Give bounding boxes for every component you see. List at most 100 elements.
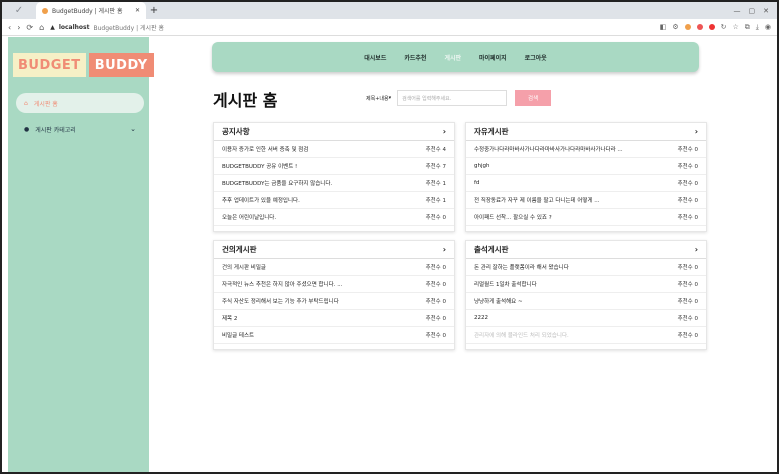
panel-header[interactable]: 공지사항 ›	[214, 123, 454, 141]
post-recommend-count: 추천수 0	[425, 265, 446, 271]
maximize-button[interactable]: ▢	[749, 7, 756, 15]
read-mode-icon[interactable]: ◧	[660, 23, 667, 31]
forward-icon[interactable]: ›	[17, 23, 20, 32]
url-host: localhost	[58, 23, 90, 31]
post-recommend-count: 추천수 0	[677, 265, 698, 271]
post-recommend-count: 추천수 1	[425, 181, 446, 187]
search-button[interactable]: 검색	[515, 90, 552, 106]
list-item[interactable]: 리얼월드 1일차 출석합니다 추천수 0	[466, 276, 706, 293]
list-item[interactable]: 비밀글 테스트 추천수 0	[214, 327, 454, 344]
extension-record-icon[interactable]	[708, 24, 715, 30]
list-item[interactable]: BUDGETBUDDY는 금품을 요구하지 않습니다. 추천수 1	[214, 175, 454, 192]
refresh-icon[interactable]: ↻	[721, 23, 727, 31]
brand-right: BUDDY	[88, 53, 154, 77]
panel-title: 출석게시판	[474, 245, 509, 254]
post-recommend-count: 추천수 0	[425, 333, 446, 339]
board-panel-suggestion: 건의게시판 › 건의 게시판 비밀글 추천수 0 자극적인 뉴스 추천은 하지 않…	[213, 240, 455, 350]
post-recommend-count: 추천수 0	[677, 164, 698, 170]
browser-tab[interactable]: BudgetBuddy | 게시판 홈 ✕	[36, 2, 146, 19]
favorites-icon[interactable]: ☆	[733, 23, 739, 31]
chevron-right-icon[interactable]: ›	[695, 245, 698, 254]
nav-dashboard[interactable]: 대시보드	[364, 53, 386, 62]
panel-header[interactable]: 건의게시판 ›	[214, 241, 454, 259]
search-type-value: 제목+내용	[366, 95, 389, 102]
reload-icon[interactable]: ⟳	[26, 23, 33, 32]
chevron-right-icon[interactable]: ›	[443, 245, 446, 254]
nav-mypage[interactable]: 마이페이지	[479, 53, 507, 62]
home-icon[interactable]: ⌂	[39, 23, 44, 32]
post-title: 리얼월드 1일차 출석합니다	[474, 282, 537, 288]
list-item[interactable]: 자극적인 뉴스 추천은 하지 않아 주셨으면 합니다. ... 추천수 0	[214, 276, 454, 293]
list-item[interactable]: 돈 관리 잘하는 플랫폼이라 해서 왔습니다 추천수 0	[466, 259, 706, 276]
sidebar-item-board-home[interactable]: ⌂ 게시판 홈	[16, 93, 144, 113]
back-icon[interactable]: ‹	[8, 23, 11, 32]
sidebar-item-label: 게시판 카테고리	[35, 126, 76, 134]
list-item[interactable]: 오늘은 어린이날입니다. 추천수 0	[214, 209, 454, 226]
post-title: 전 직장동료가 자꾸 제 이름을 팔고 다니는데 어떻게 ...	[474, 198, 600, 204]
board-panel-notice: 공지사항 › 이용자 증가로 인한 서버 증축 및 점검 추천수 4 BUDGET…	[213, 122, 455, 232]
url-path: BudgetBuddy | 게시판 홈	[93, 24, 165, 32]
download-icon[interactable]: ⤓	[756, 23, 759, 32]
list-item[interactable]: 냥냥하게 출석해요 ~ 추천수 0	[466, 293, 706, 310]
list-item[interactable]: 이용자 증가로 인한 서버 증축 및 점검 추천수 4	[214, 141, 454, 158]
nav-card-recommend[interactable]: 카드추천	[404, 53, 426, 62]
sidebar-item-board-category[interactable]: ● 게시판 카테고리 ⌄	[16, 119, 144, 139]
list-item[interactable]: 관리자에 의해 블라인드 처리 되었습니다. 추천수 0	[466, 327, 706, 344]
list-item[interactable]: 제목 2 추천수 0	[214, 310, 454, 327]
extension-orange-icon[interactable]	[684, 24, 691, 30]
collections-icon[interactable]: ⧉	[745, 23, 750, 32]
post-recommend-count: 추천수 0	[677, 147, 698, 153]
list-item[interactable]: 아이패드 선착... 팔으실 수 있죠 ? 추천수 0	[466, 209, 706, 226]
post-title: 수정중가나다라마바사가나다라마바사가나다라마바사가나다라 ...	[474, 147, 623, 153]
new-tab-button[interactable]: +	[146, 5, 162, 16]
close-tab-icon[interactable]: ✕	[135, 7, 140, 14]
browser-nav: ‹ › ⟳ ⌂	[2, 23, 50, 32]
minimize-button[interactable]: —	[734, 7, 741, 15]
brand-logo[interactable]: BUDGET BUDDY	[13, 53, 154, 77]
list-item[interactable]: 주식 자산도 정리해서 보는 기능 추가 부탁드립니다 추천수 0	[214, 293, 454, 310]
post-title: 냥냥하게 출석해요 ~	[474, 299, 523, 305]
url-field[interactable]: ▲ localhost BudgetBuddy | 게시판 홈	[50, 23, 164, 32]
post-title: 건의 게시판 비밀글	[222, 265, 266, 271]
browser-logo-icon: ✓	[14, 5, 24, 16]
post-recommend-count: 추천수 0	[677, 316, 698, 322]
post-recommend-count: 추천수 0	[425, 316, 446, 322]
post-title: 제목 2	[222, 316, 238, 322]
search-type-select[interactable]: 제목+내용 ▾	[362, 90, 395, 106]
close-window-button[interactable]: ✕	[763, 7, 769, 15]
post-title: 비밀글 테스트	[222, 333, 255, 339]
extension-red-icon[interactable]	[696, 24, 703, 30]
nav-logout[interactable]: 로그아웃	[525, 53, 547, 62]
chevron-right-icon[interactable]: ›	[443, 127, 446, 136]
chevron-down-icon: ▾	[388, 95, 392, 101]
window-controls: — ▢ ✕	[734, 7, 778, 15]
post-recommend-count: 추천수 0	[425, 215, 446, 221]
screenshot-frame: ✓ BudgetBuddy | 게시판 홈 ✕ + — ▢ ✕ ‹ › ⟳ ⌂ …	[0, 0, 779, 474]
profile-icon[interactable]: ◉	[765, 23, 771, 31]
search-input[interactable]: 검색어를 입력해주세요.	[397, 90, 508, 106]
extension-icon[interactable]: ⚙	[672, 23, 678, 31]
list-item[interactable]: 전 직장동료가 자꾸 제 이름을 팔고 다니는데 어떻게 ... 추천수 0	[466, 192, 706, 209]
post-title: fd	[474, 180, 480, 186]
list-item[interactable]: 2222 추천수 0	[466, 310, 706, 327]
post-title: BUDGETBUDDY 공유 이벤트 !	[222, 164, 298, 170]
list-item[interactable]: 수정중가나다라마바사가나다라마바사가나다라마바사가나다라 ... 추천수 0	[466, 141, 706, 158]
nav-board[interactable]: 게시판	[444, 53, 461, 62]
post-recommend-count: 추천수 0	[677, 215, 698, 221]
panel-title: 공지사항	[222, 127, 250, 136]
list-item[interactable]: 추후 업데이트가 있을 예정입니다. 추천수 1	[214, 192, 454, 209]
warning-icon: ▲	[50, 23, 55, 31]
post-title: 자극적인 뉴스 추천은 하지 않아 주셨으면 합니다. ...	[222, 282, 343, 288]
post-title: 추후 업데이트가 있을 예정입니다.	[222, 198, 300, 204]
chevron-right-icon[interactable]: ›	[695, 127, 698, 136]
list-item[interactable]: fd 추천수 0	[466, 175, 706, 192]
post-title: 2222	[474, 315, 488, 321]
home-icon: ⌂	[24, 99, 28, 107]
panel-header[interactable]: 출석게시판 ›	[466, 241, 706, 259]
post-recommend-count: 추천수 0	[677, 198, 698, 204]
list-item[interactable]: ghjgh 추천수 0	[466, 158, 706, 175]
list-item[interactable]: BUDGETBUDDY 공유 이벤트 ! 추천수 7	[214, 158, 454, 175]
panel-header[interactable]: 자유게시판 ›	[466, 123, 706, 141]
list-item[interactable]: 건의 게시판 비밀글 추천수 0	[214, 259, 454, 276]
page: BUDGET BUDDY ⌂ 게시판 홈 ● 게시판 카테고리 ⌄ 대시보드 카…	[2, 37, 777, 472]
